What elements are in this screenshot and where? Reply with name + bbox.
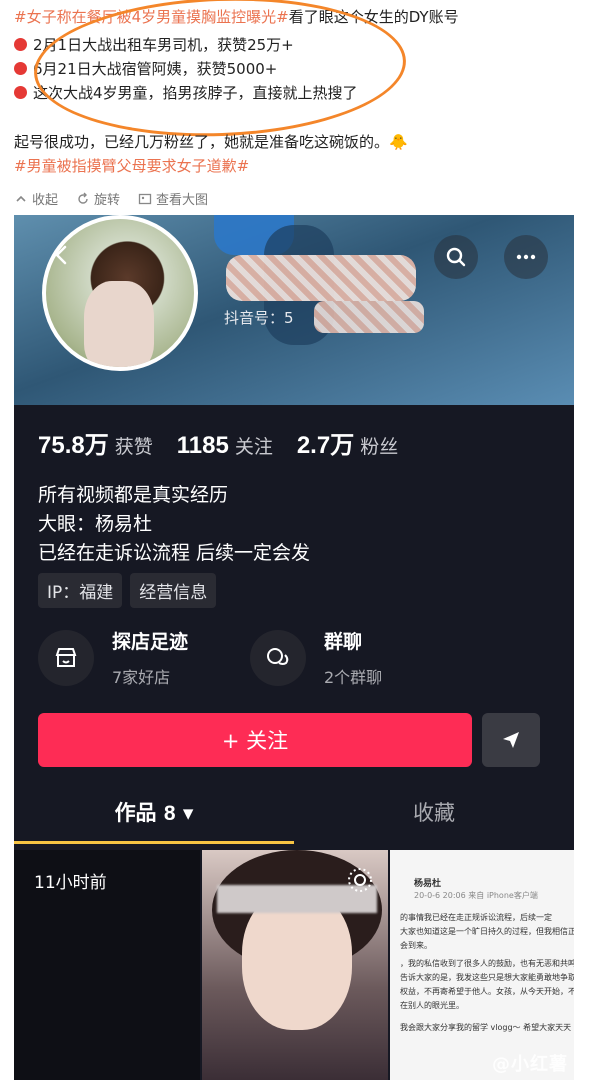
feature-text: 探店足迹 7家好店: [112, 627, 188, 688]
post-line-5: 起号很成功，已经几万粉丝了，她就是准备吃这碗饭的。🐥: [14, 133, 408, 151]
active-tab-indicator: [14, 841, 294, 844]
business-info-chip[interactable]: 经营信息: [130, 573, 217, 608]
red-dot-icon: [14, 38, 27, 51]
stat-number: 75.8万: [38, 432, 109, 459]
doc-line: 我会跟大家分享我的留学 vlogg～ 希望大家天天: [400, 1023, 572, 1032]
stat-number: 1185: [176, 432, 229, 459]
rotate-icon: [78, 192, 88, 204]
search-icon: [446, 247, 466, 267]
red-dot-icon: [14, 62, 27, 75]
feature-text: 群聊 2个群聊: [324, 627, 382, 688]
doc-line: ，我的私信收到了很多人的鼓励，也有无恶和共鸣: [400, 959, 574, 968]
profile-stats: 75.8万 获赞 1185 关注 2.7万 粉丝: [38, 425, 398, 460]
post-line-3: 6月21日大战宿管阿姨，获赞5000+: [14, 58, 277, 80]
stat-label: 关注: [234, 436, 273, 458]
more-icon: [516, 254, 536, 260]
search-button[interactable]: [434, 235, 478, 279]
doc-line: 大家也知道这是一个旷日持久的过程，但我相信正: [400, 927, 574, 936]
doc-line: 会到来。: [400, 941, 432, 950]
profile-chips: IP：福建 经营信息: [38, 573, 217, 608]
feature-title: 群聊: [324, 631, 363, 653]
weibo-post: #女子称在餐厅被4岁男童摸胸监控曝光#看了眼这个女生的DY账号 2月1日大战出租…: [0, 0, 594, 215]
post-text: 看了眼这个女生的DY账号: [288, 8, 459, 26]
doc-meta: 20-0-6 20:06 来自 iPhone客户端: [414, 891, 538, 900]
live-photo-icon: [348, 868, 372, 892]
view-large-label: 查看大图: [156, 193, 209, 208]
post-line-4: 这次大战4岁男童，掐男孩脖子，直接就上热搜了: [14, 82, 358, 104]
profile-bio: 所有视频都是真实经历 大眼：杨易杜 已经在走诉讼流程 后续一定会发: [38, 481, 310, 568]
username-mosaic: [226, 255, 416, 301]
bio-line: 已经在走诉讼流程 后续一定会发: [38, 542, 311, 564]
shop-footprint-entry[interactable]: 探店足迹 7家好店: [38, 627, 188, 688]
share-button[interactable]: [482, 713, 540, 767]
douyin-id: 抖音号：5: [224, 307, 294, 328]
hashtag-link[interactable]: #男童被指摸臂父母要求女子道歉#: [14, 155, 249, 177]
tab-favorites[interactable]: 收藏: [294, 797, 574, 827]
feature-subtitle: 2个群聊: [324, 668, 383, 687]
shop-icon: [55, 647, 77, 667]
doc-author: 杨易杜: [414, 879, 442, 889]
post-line-2: 2月1日大战出租车男司机，获赞25万+: [14, 34, 294, 56]
douyin-id-mosaic: [314, 301, 424, 333]
red-dot-icon: [14, 86, 27, 99]
collapse-button[interactable]: 收起: [14, 189, 58, 208]
post-text: 6月21日大战宿管阿姨，获赞5000+: [33, 60, 278, 78]
stat-likes[interactable]: 75.8万 获赞: [38, 425, 153, 460]
watermark: @小红薯: [492, 1054, 568, 1075]
collapse-icon: [16, 195, 26, 202]
douyin-id-label: 抖音号：: [224, 309, 285, 327]
chat-icon-wrap: [250, 629, 306, 686]
feature-title: 探店足迹: [112, 631, 189, 653]
post-line-1: #女子称在餐厅被4岁男童摸胸监控曝光#看了眼这个女生的DY账号: [14, 6, 459, 28]
feature-subtitle: 7家好店: [112, 668, 171, 687]
video-grid: 11小时前 杨易杜 20-0-6 20:06 来自 iPhone客户端 的事情我…: [14, 850, 574, 1080]
doc-line: 在别人的眼光里。: [400, 1001, 464, 1010]
stat-following[interactable]: 1185 关注: [177, 432, 273, 460]
profile-tabs: 作品 8 ▾ 收藏: [14, 797, 574, 845]
bio-line: 所有视频都是真实经历: [38, 484, 229, 506]
view-large-button[interactable]: 查看大图: [138, 189, 208, 208]
tab-count: 8: [163, 802, 176, 825]
stat-label: 获赞: [114, 436, 153, 458]
ip-location-chip: IP：福建: [38, 573, 123, 608]
avatar-face: [84, 281, 154, 367]
doc-line: 的事情我已经在走正规诉讼流程，后续一定: [400, 913, 552, 922]
image-icon: [138, 193, 152, 204]
video-thumb[interactable]: [202, 850, 388, 1080]
rotate-label: 旋转: [94, 193, 121, 208]
doc-line: 权益，不再寄希望于他人。女孩，从今天开始，不: [400, 987, 574, 996]
follow-button[interactable]: + 关注: [38, 713, 472, 767]
more-button[interactable]: [504, 235, 548, 279]
rotate-button[interactable]: 旋转: [76, 189, 120, 208]
stat-label: 粉丝: [360, 436, 399, 458]
doc-line: 告诉大家的是，我发这些只是想大家能勇敢地争取: [400, 973, 574, 982]
stat-number: 2.7万: [296, 432, 355, 459]
group-chat-entry[interactable]: 群聊 2个群聊: [250, 627, 382, 688]
shop-icon-wrap: [38, 629, 94, 686]
hashtag-link[interactable]: #女子称在餐厅被4岁男童摸胸监控曝光#: [14, 8, 289, 26]
post-text: 2月1日大战出租车男司机，获赞25万+: [33, 36, 294, 54]
avatar[interactable]: [42, 215, 198, 371]
send-icon: [503, 732, 519, 748]
post-time: 11小时前: [34, 873, 107, 893]
collapse-label: 收起: [32, 193, 59, 208]
video-thumb[interactable]: 杨易杜 20-0-6 20:06 来自 iPhone客户端 的事情我已经在走正规…: [390, 850, 574, 1080]
douyin-id-value: 5: [284, 309, 294, 327]
douyin-screenshot: 抖音号：5 75.8万 获赞 1185 关注 2.7万 粉丝 所有视频都是真实经历 大…: [14, 215, 574, 1080]
bio-line: 大眼：杨易杜: [38, 513, 153, 535]
profile-panel: 75.8万 获赞 1185 关注 2.7万 粉丝 所有视频都是真实经历 大眼：杨易杜 …: [14, 405, 574, 1080]
group-chat-icon: [267, 647, 289, 665]
image-actions: 收起 旋转 查看大图: [14, 189, 208, 208]
tab-label: 作品: [114, 801, 157, 825]
tab-works[interactable]: 作品 8 ▾: [14, 797, 294, 827]
video-thumb[interactable]: 11小时前: [14, 850, 200, 1080]
profile-cover: 抖音号：5: [14, 215, 574, 405]
caret-down-icon: ▾: [182, 801, 194, 825]
post-text: 这次大战4岁男童，掐男孩脖子，直接就上热搜了: [33, 84, 358, 102]
stat-followers[interactable]: 2.7万 粉丝: [297, 425, 398, 460]
back-icon[interactable]: [50, 243, 74, 267]
